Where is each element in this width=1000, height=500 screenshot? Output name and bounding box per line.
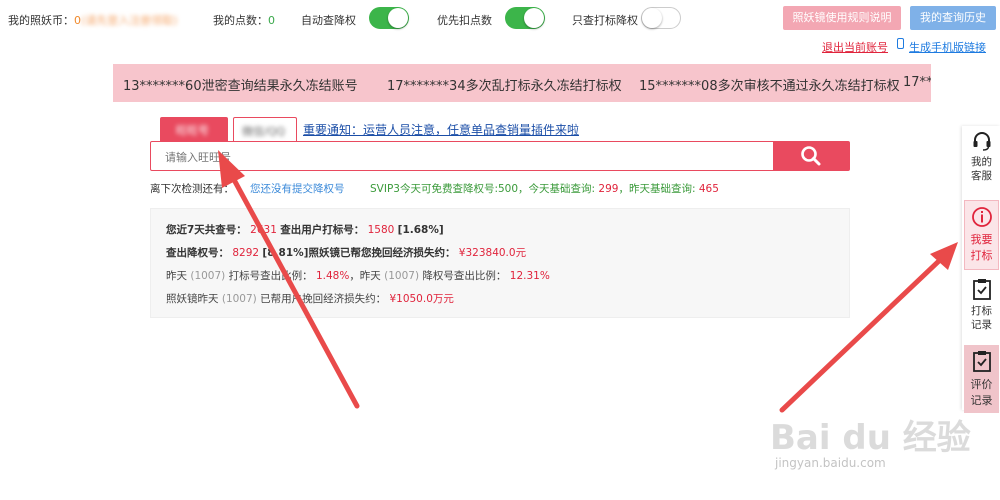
stat-text: 您近7天共查号： <box>166 224 247 236</box>
marquee-item: 13*******60泄密查询结果永久冻结账号 <box>123 79 358 94</box>
sidebar-item-mark[interactable]: 我要 打标 <box>964 200 999 270</box>
svip-text: SVIP3今天可免费查降权号:500，今天基础查询: <box>370 183 599 195</box>
toggle-knob <box>642 8 662 28</box>
stat-text: [8.81%]照妖镜已帮您挽回经济损失约： <box>262 247 456 259</box>
stat-value: 2631 <box>250 224 277 236</box>
sidebar-item-label: 我的 <box>971 156 992 168</box>
marquee-item: 17*******34多次乱打标永久冻结打标权 <box>387 79 622 94</box>
submit-downgrade-link[interactable]: 您还没有提交降权号 <box>250 181 345 196</box>
stat-count: (1007) <box>190 270 226 282</box>
marquee-item: 15*******08多次审核不通过永久冻结打标权 <box>639 79 900 94</box>
announcement-marquee: 13*******60泄密查询结果永久冻结账号 17*******34多次乱打标… <box>113 64 931 102</box>
coins-note: (请先登入注册领取) <box>81 14 178 27</box>
search-input[interactable] <box>163 143 767 171</box>
stat-value: 1580 <box>367 224 395 236</box>
stat-text: 降权号查出比例： <box>422 270 507 282</box>
today-queries: 299 <box>598 183 619 195</box>
sidebar-item-mark-records[interactable]: 打标 记录 <box>964 277 999 332</box>
stat-text: 查出用户打标号： <box>280 224 365 236</box>
tab-label: 旺旺号 <box>176 124 209 137</box>
only-check-toggle[interactable] <box>641 7 681 29</box>
stat-count: (1007) <box>384 270 420 282</box>
points-display: 我的点数：0 <box>213 12 275 28</box>
points-label: 我的点数： <box>213 14 268 27</box>
clipboard-check-icon <box>972 279 991 300</box>
tab-wechat-qq[interactable]: 微信/QQ <box>233 117 297 142</box>
coins-display: 我的照妖币：0(请先登入注册领取) <box>8 12 178 28</box>
search-icon <box>801 146 821 166</box>
history-button[interactable]: 我的查询历史 <box>910 6 996 30</box>
stat-value: 8292 <box>232 247 260 259</box>
toggle-knob <box>524 8 544 28</box>
stats-row-yesterday: 昨天 (1007) 打标号查出比例： 1.48%，昨天 (1007) 降权号查出… <box>166 268 550 283</box>
only-check-label: 只查打标降权 <box>572 14 638 27</box>
sidebar-item-customer-service[interactable]: 我的 客服 <box>964 130 999 183</box>
mobile-link[interactable]: 生成手机版链接 <box>909 39 986 55</box>
priority-deduct-toggle[interactable] <box>505 7 545 29</box>
stat-text: 打标号查出比例： <box>228 270 313 282</box>
stat-count: (1007) <box>221 293 257 305</box>
sidebar-item-label: 记录 <box>971 319 992 331</box>
coins-value: 0 <box>74 14 81 27</box>
yesterday-label: ，昨天基础查询: <box>618 183 699 195</box>
stats-row-weekly: 您近7天共查号： 2631 查出用户打标号： 1580 [1.68%] <box>166 222 444 237</box>
headset-icon <box>973 132 990 151</box>
priority-deduct-label: 优先扣点数 <box>437 14 492 27</box>
marquee-item: 17*** <box>903 75 931 90</box>
clipboard-check-icon <box>972 351 991 372</box>
auto-downgrade-toggle[interactable] <box>369 7 409 29</box>
stats-row-downgrade: 查出降权号： 8292 [8.81%]照妖镜已帮您挽回经济损失约： ¥32384… <box>166 245 526 260</box>
svip-quota: SVIP3今天可免费查降权号:500，今天基础查询: 299，昨天基础查询: 4… <box>370 181 719 196</box>
next-check-label: 离下次检测还有： <box>150 183 234 195</box>
toggle-knob <box>388 8 408 28</box>
yesterday-queries: 465 <box>698 183 719 195</box>
sidebar-item-label: 打标 <box>971 305 992 317</box>
stat-text: 已帮用户挽回经济损失约： <box>260 293 387 305</box>
sidebar-item-label: 我要 <box>970 233 993 246</box>
sidebar-item-label: 打标 <box>970 249 993 262</box>
search-button[interactable] <box>773 141 850 171</box>
stats-panel: 您近7天共查号： 2631 查出用户打标号： 1580 [1.68%] 查出降权… <box>150 208 850 318</box>
auto-downgrade-label: 自动查降权 <box>301 14 356 27</box>
sidebar-item-label: 记录 <box>970 394 993 407</box>
stat-value: ¥1050.0万元 <box>389 293 454 305</box>
logout-link[interactable]: 退出当前账号 <box>822 39 888 55</box>
stat-text: 照妖镜昨天 <box>166 293 219 305</box>
rules-button[interactable]: 照妖镜使用规则说明 <box>783 6 901 30</box>
tab-wangwang[interactable]: 旺旺号 <box>160 117 228 142</box>
stats-row-saved: 照妖镜昨天 (1007) 已帮用户挽回经济损失约： ¥1050.0万元 <box>166 291 454 306</box>
stat-value: ¥323840.0元 <box>458 247 527 259</box>
stat-text: ，昨天 <box>349 270 381 282</box>
important-notice-link[interactable]: 重要通知：运营人员注意，任意单品查销量插件来啦 <box>303 121 579 138</box>
tab-label: 微信/QQ <box>242 125 286 138</box>
watermark-url: jingyan.baidu.com <box>775 456 886 470</box>
coins-label: 我的照妖币： <box>8 14 74 27</box>
search-box <box>150 141 775 171</box>
sidebar-item-label: 评价 <box>970 378 993 391</box>
stat-text: 查出降权号： <box>166 247 229 259</box>
info-icon <box>971 207 992 227</box>
points-value: 0 <box>268 14 275 27</box>
stat-value: 12.31% <box>509 270 550 282</box>
sidebar-item-review-records[interactable]: 评价 记录 <box>964 345 999 413</box>
sidebar-item-label: 客服 <box>971 170 992 182</box>
stat-text: [1.68%] <box>397 224 444 236</box>
stat-value: 1.48% <box>315 270 350 282</box>
stat-text: 昨天 <box>166 270 187 282</box>
watermark-logo: Bai du 经验 <box>770 418 971 458</box>
mobile-phone-icon <box>897 38 904 49</box>
